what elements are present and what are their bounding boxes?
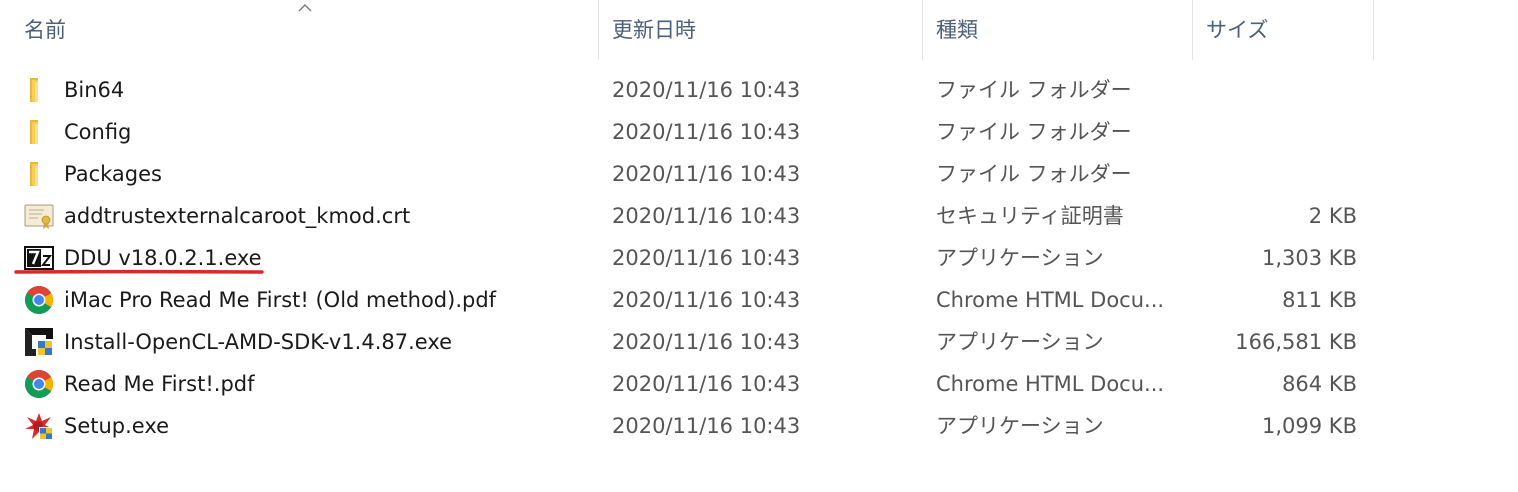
column-header-name[interactable]: 名前 — [12, 0, 599, 60]
file-size: 2 KB — [1308, 204, 1357, 228]
file-date: 2020/11/16 10:43 — [612, 162, 801, 186]
file-type: アプリケーション — [936, 246, 1104, 270]
file-size — [1194, 111, 1357, 153]
file-row[interactable]: Install-OpenCL-AMD-SDK-v1.4.87.exe 2020/… — [0, 321, 1518, 363]
file-row[interactable]: Read Me First!.pdf 2020/11/16 10:43 Chro… — [0, 363, 1518, 405]
file-size: 864 KB — [1282, 372, 1357, 396]
file-date: 2020/11/16 10:43 — [612, 372, 801, 396]
file-row[interactable]: DDU v18.0.2.1.exe 2020/11/16 10:43 アプリケー… — [0, 237, 1518, 279]
column-header-type[interactable]: 種類 — [924, 0, 1193, 60]
file-row[interactable]: Setup.exe 2020/11/16 10:43 アプリケーション 1,09… — [0, 405, 1518, 447]
file-list: Bin64 2020/11/16 10:43 ファイル フォルダー Config… — [0, 69, 1518, 447]
file-type: ファイル フォルダー — [936, 120, 1132, 144]
file-name: Setup.exe — [64, 414, 170, 438]
file-size: 1,099 KB — [1262, 414, 1357, 438]
folder-icon — [24, 117, 54, 147]
file-size — [1194, 153, 1357, 195]
chrome-icon — [24, 369, 54, 399]
file-row[interactable]: addtrustexternalcaroot_kmod.crt 2020/11/… — [0, 195, 1518, 237]
file-date: 2020/11/16 10:43 — [612, 204, 801, 228]
file-row[interactable]: Config 2020/11/16 10:43 ファイル フォルダー — [0, 111, 1518, 153]
file-name: Config — [64, 120, 132, 144]
file-type: ファイル フォルダー — [936, 162, 1132, 186]
file-name: Packages — [64, 162, 162, 186]
file-type: Chrome HTML Docu... — [936, 372, 1165, 396]
file-size: 811 KB — [1282, 288, 1357, 312]
file-type: ファイル フォルダー — [936, 78, 1132, 102]
file-type: アプリケーション — [936, 414, 1104, 438]
column-header-date[interactable]: 更新日時 — [600, 0, 923, 60]
folder-icon — [24, 75, 54, 105]
file-date: 2020/11/16 10:43 — [612, 120, 801, 144]
file-row[interactable]: Bin64 2020/11/16 10:43 ファイル フォルダー — [0, 69, 1518, 111]
setup-installer-icon — [24, 411, 54, 441]
file-name: Install-OpenCL-AMD-SDK-v1.4.87.exe — [64, 330, 453, 354]
certificate-icon — [24, 201, 54, 231]
chrome-icon — [24, 285, 54, 315]
folder-icon — [24, 159, 54, 189]
file-type: アプリケーション — [936, 330, 1104, 354]
file-date: 2020/11/16 10:43 — [612, 414, 801, 438]
file-name: iMac Pro Read Me First! (Old method).pdf — [64, 288, 497, 312]
file-name: addtrustexternalcaroot_kmod.crt — [64, 204, 411, 228]
file-type: Chrome HTML Docu... — [936, 288, 1165, 312]
file-row[interactable]: iMac Pro Read Me First! (Old method).pdf… — [0, 279, 1518, 321]
file-name: Bin64 — [64, 78, 125, 102]
file-size — [1194, 69, 1357, 111]
file-date: 2020/11/16 10:43 — [612, 78, 801, 102]
file-date: 2020/11/16 10:43 — [612, 246, 801, 270]
file-row[interactable]: Packages 2020/11/16 10:43 ファイル フォルダー — [0, 153, 1518, 195]
file-type: セキュリティ証明書 — [936, 204, 1124, 228]
file-name: Read Me First!.pdf — [64, 372, 255, 396]
file-date: 2020/11/16 10:43 — [612, 330, 801, 354]
column-header-bar: 名前 更新日時 種類 サイズ — [0, 0, 1518, 60]
file-date: 2020/11/16 10:43 — [612, 288, 801, 312]
column-header-size[interactable]: サイズ — [1194, 0, 1374, 60]
file-size: 166,581 KB — [1235, 330, 1357, 354]
file-size: 1,303 KB — [1262, 246, 1357, 270]
red-underline-annotation — [14, 269, 264, 274]
amd-installer-icon — [24, 327, 54, 357]
